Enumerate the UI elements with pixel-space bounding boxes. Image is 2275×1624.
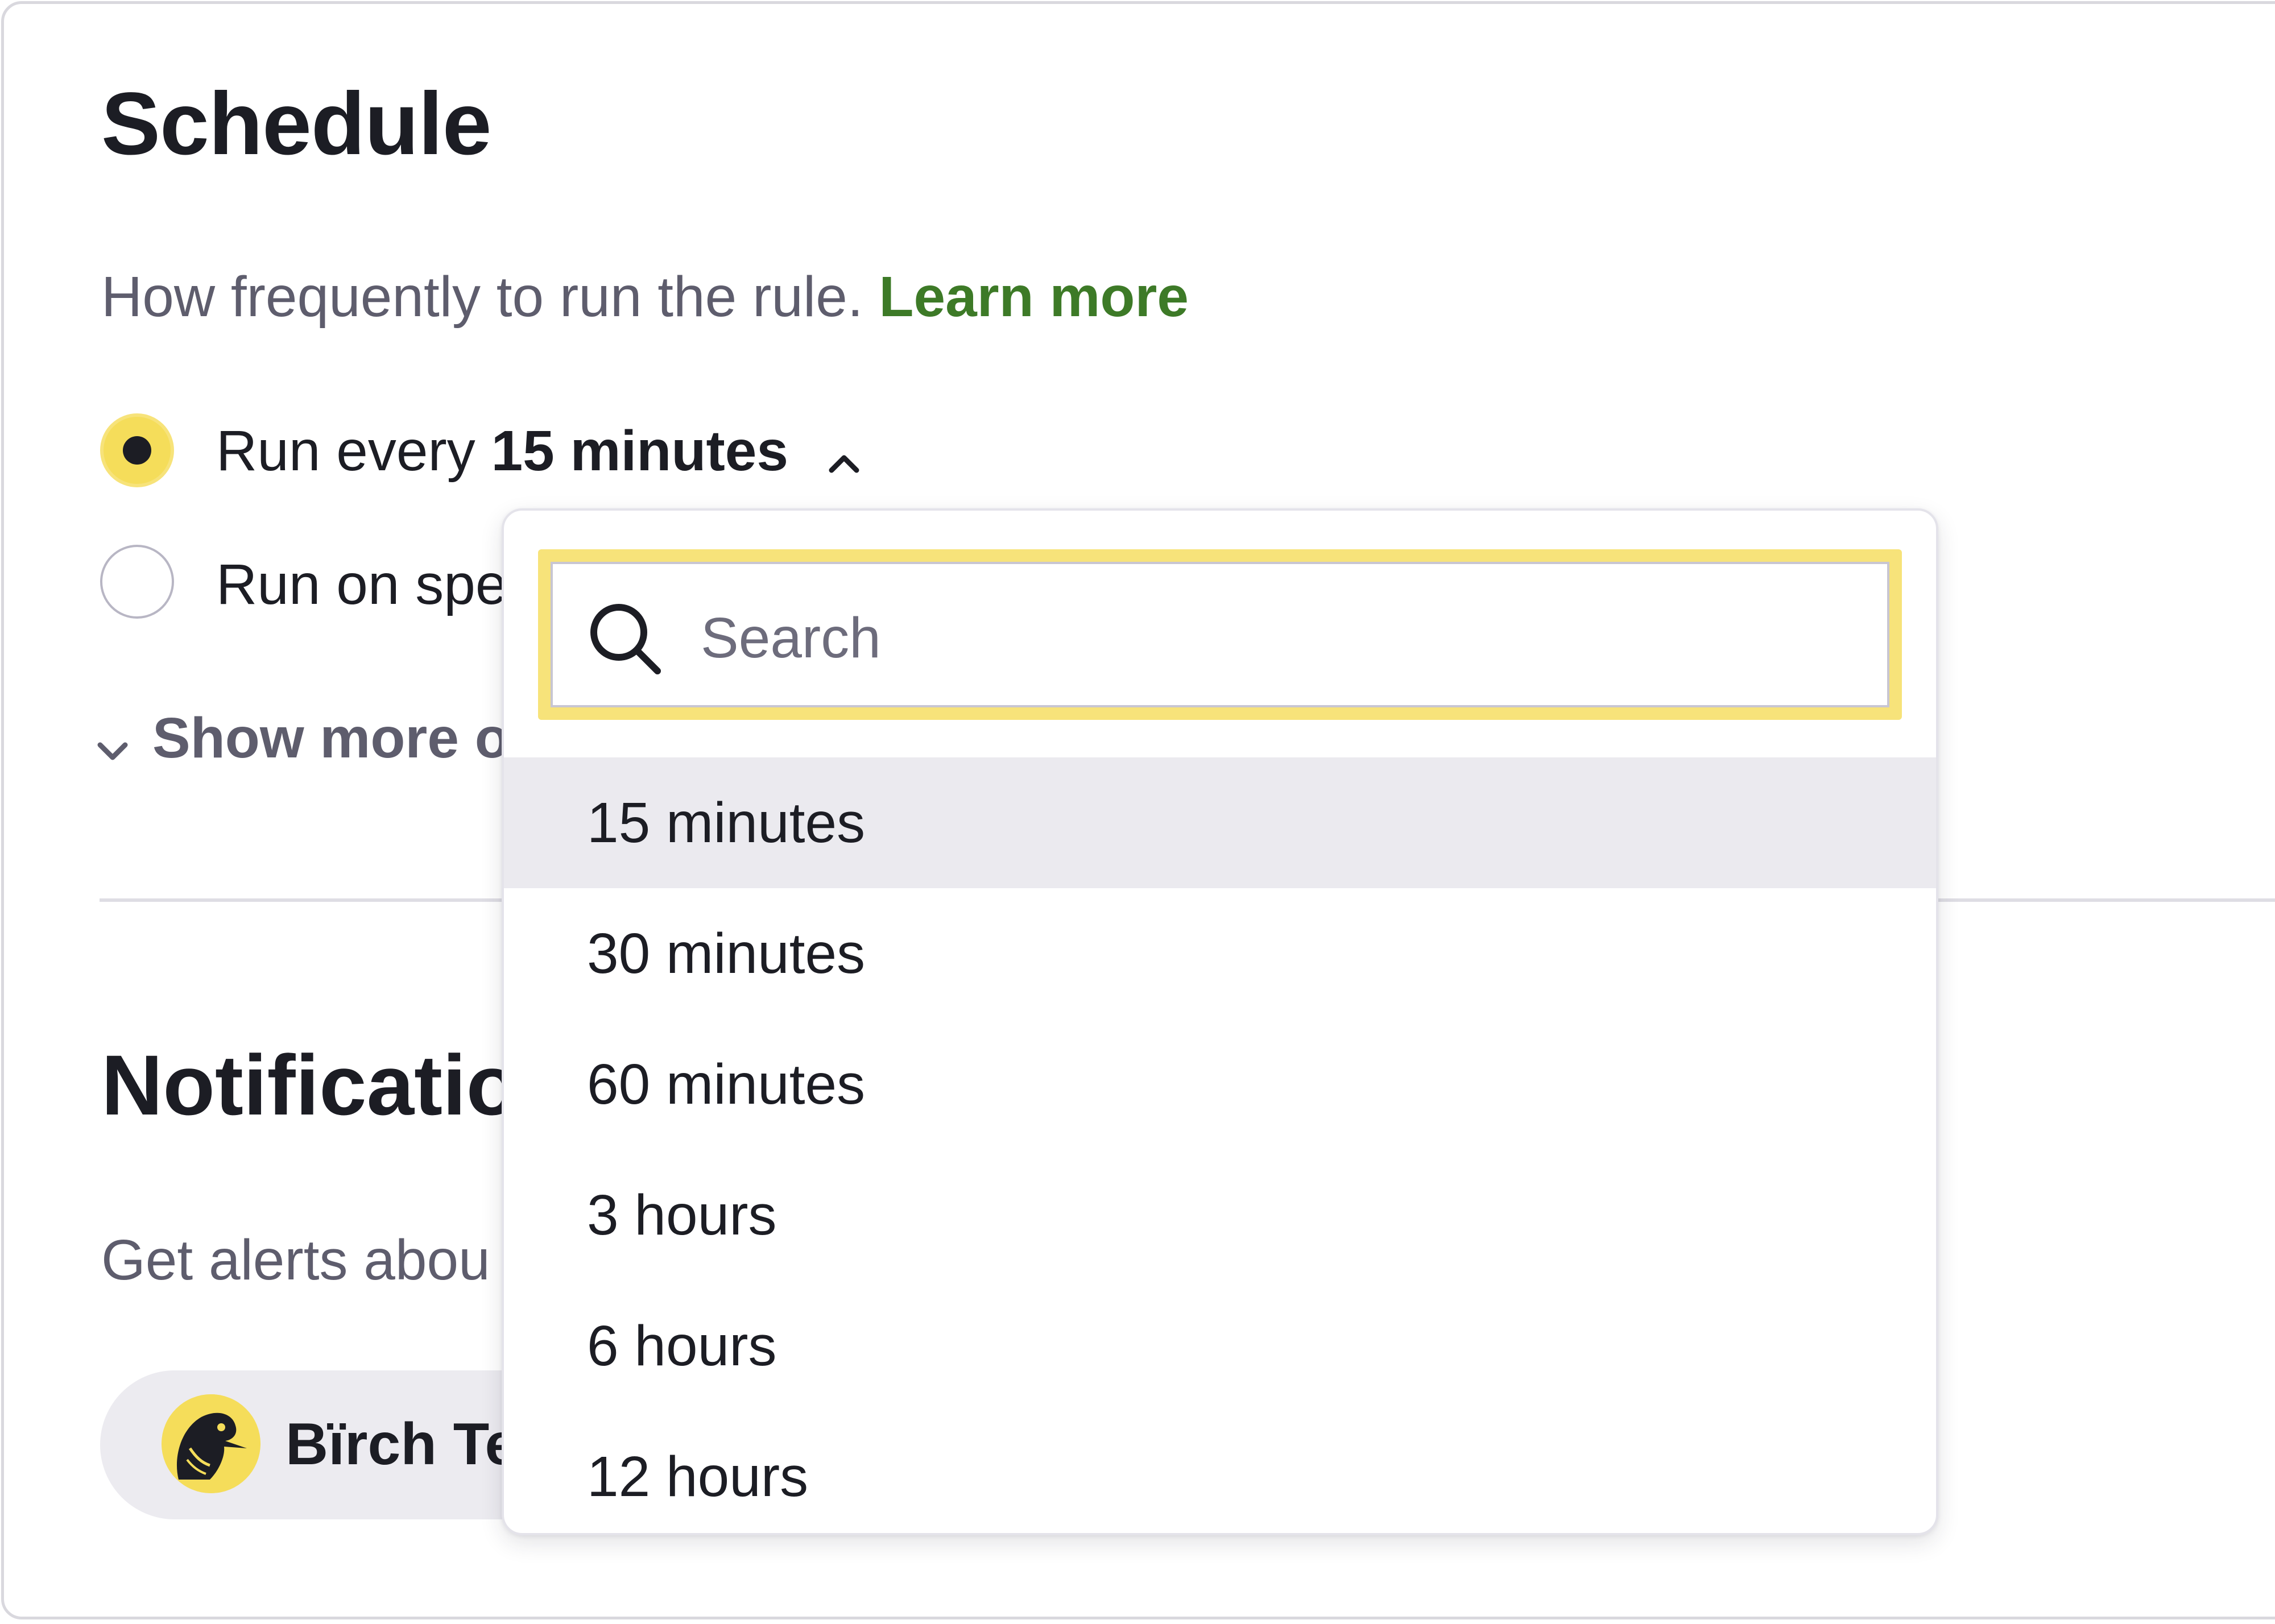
option-label: 15 minutes bbox=[587, 791, 866, 855]
option-label: 3 hours bbox=[587, 1183, 777, 1247]
run-on-specific-label[interactable]: Run on spe bbox=[216, 550, 507, 619]
search-focus-ring bbox=[538, 549, 1902, 720]
dropdown-options: 15 minutes 30 minutes 60 minutes 3 hours… bbox=[504, 757, 1936, 1533]
frequency-select-value[interactable]: 15 minutes bbox=[491, 419, 788, 483]
bird-avatar-icon bbox=[162, 1394, 260, 1493]
dropdown-option-6-hours[interactable]: 6 hours bbox=[504, 1281, 1936, 1411]
frequency-dropdown: 15 minutes 30 minutes 60 minutes 3 hours… bbox=[502, 508, 1938, 1535]
option-label: 12 hours bbox=[587, 1445, 809, 1509]
option-label: 60 minutes bbox=[587, 1053, 866, 1116]
radio-run-on-specific[interactable] bbox=[100, 545, 174, 619]
show-more-label: Show more o bbox=[152, 706, 510, 770]
search-icon bbox=[585, 598, 664, 678]
run-every-prefix: Run every bbox=[216, 419, 475, 483]
chevron-up-icon[interactable] bbox=[827, 421, 861, 490]
notifications-description: Get alerts abou bbox=[101, 1228, 490, 1292]
option-label: 30 minutes bbox=[587, 922, 866, 985]
search-input[interactable] bbox=[701, 593, 1781, 683]
dropdown-option-3-hours[interactable]: 3 hours bbox=[504, 1150, 1936, 1281]
chevron-down-icon bbox=[96, 709, 130, 777]
search-box[interactable] bbox=[551, 562, 1889, 707]
schedule-title: Schedule bbox=[101, 74, 492, 173]
team-chip-label: Bïrch Te bbox=[286, 1411, 518, 1477]
dropdown-option-30-minutes[interactable]: 30 minutes bbox=[504, 888, 1936, 1019]
dropdown-option-12-hours[interactable]: 12 hours bbox=[504, 1411, 1936, 1533]
schedule-description: How frequently to run the rule. Learn mo… bbox=[101, 263, 1189, 331]
show-more-options[interactable]: Show more o bbox=[96, 704, 510, 777]
page-frame: Schedule How frequently to run the rule.… bbox=[0, 0, 2275, 1624]
dropdown-option-15-minutes[interactable]: 15 minutes bbox=[504, 757, 1936, 888]
notifications-title: Notificatio bbox=[101, 1037, 519, 1133]
dropdown-option-60-minutes[interactable]: 60 minutes bbox=[504, 1019, 1936, 1150]
radio-run-every[interactable] bbox=[100, 413, 174, 487]
schedule-description-text: How frequently to run the rule. bbox=[101, 265, 863, 329]
learn-more-link[interactable]: Learn more bbox=[879, 265, 1189, 329]
run-every-option[interactable]: Run every 15 minutes bbox=[216, 417, 861, 490]
option-label: 6 hours bbox=[587, 1314, 777, 1378]
